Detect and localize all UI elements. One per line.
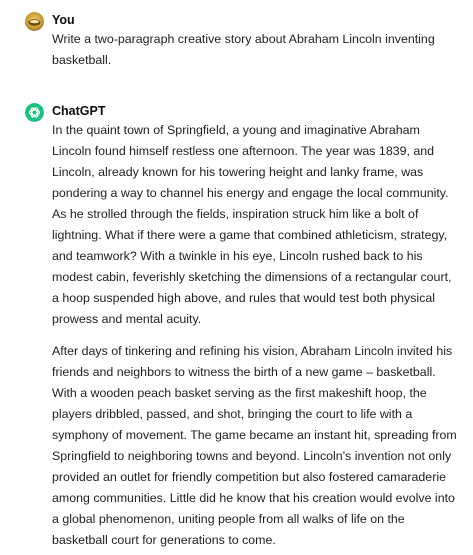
assistant-message-text: In the quaint town of Springfield, a you… [52, 120, 461, 551]
assistant-avatar [25, 103, 44, 122]
user-photo-avatar-icon [25, 12, 44, 31]
assistant-author-name: ChatGPT [52, 104, 106, 118]
user-prompt: Write a two-paragraph creative story abo… [52, 32, 435, 67]
story-paragraph-1: In the quaint town of Springfield, a you… [52, 123, 452, 326]
openai-logo-icon [25, 103, 44, 122]
story-paragraph-2: After days of tinkering and refining his… [52, 344, 457, 547]
user-message-text: Write a two-paragraph creative story abo… [52, 29, 461, 71]
user-author-name: You [52, 13, 75, 27]
user-avatar [25, 12, 44, 31]
